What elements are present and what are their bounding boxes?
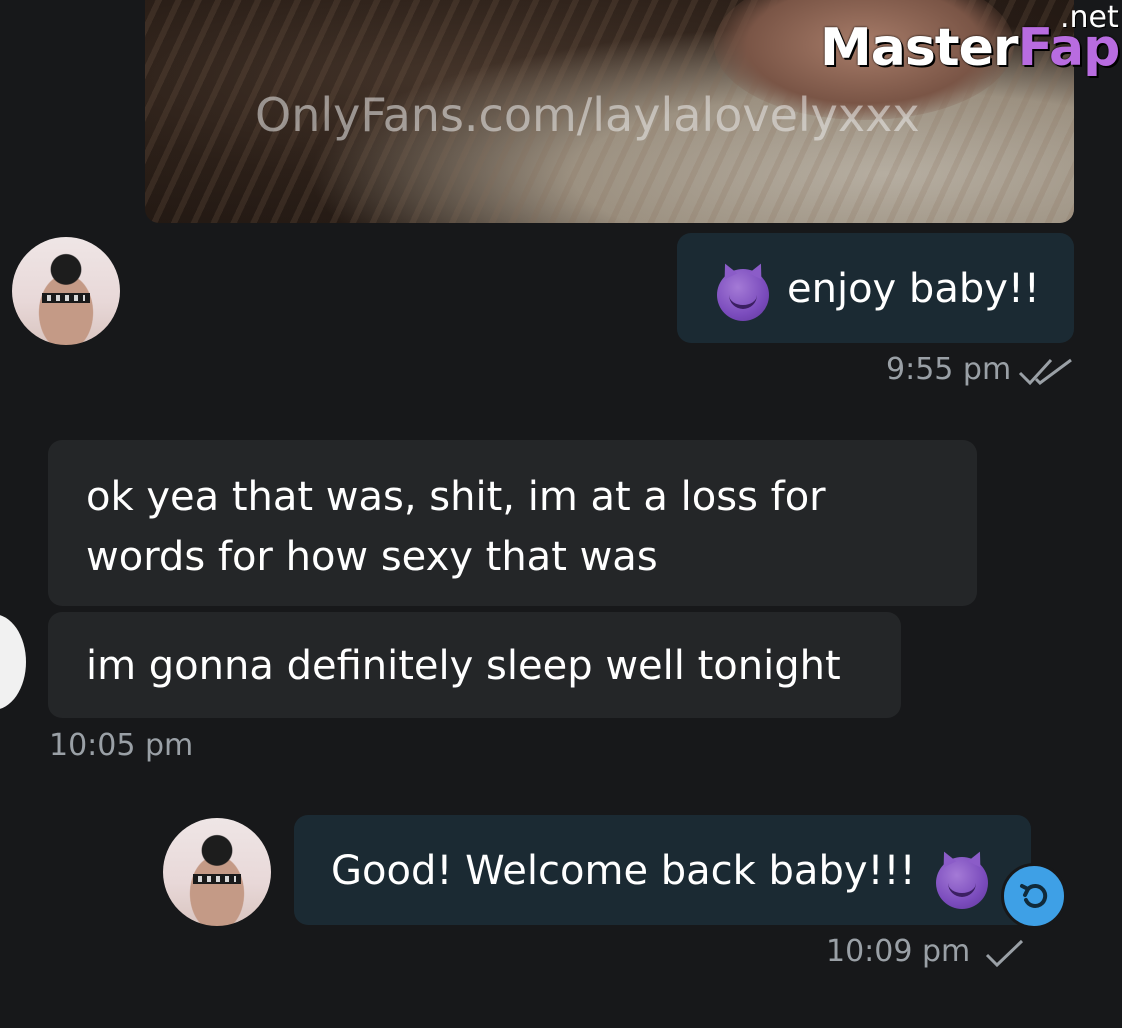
message-bubble-outgoing[interactable]: Good! Welcome back baby!!! [294, 815, 1031, 925]
avatar[interactable] [12, 237, 120, 345]
message-timestamp: 10:05 pm [49, 728, 194, 763]
site-logo: MasterFap .net [820, 0, 1120, 88]
media-watermark: OnlyFans.com/laylalovelyxxx [255, 88, 920, 142]
smiling-devil-emoji-icon [717, 269, 769, 321]
message-text-line: words for how sexy that was [86, 534, 658, 580]
double-check-icon [1018, 358, 1072, 386]
check-icon [985, 939, 1024, 968]
message-bubble-incoming[interactable]: ok yea that was, shit, im at a loss for … [48, 440, 977, 606]
avatar-detail [193, 874, 241, 884]
message-text: im gonna definitely sleep well tonight [86, 643, 841, 689]
message-timestamp: 10:09 pm [826, 934, 971, 969]
avatar[interactable] [163, 818, 271, 926]
logo-suffix: .net [1060, 0, 1119, 35]
logo-main-text: Master [820, 18, 1019, 78]
undo-arrow-icon [1020, 883, 1048, 908]
message-text: Good! Welcome back baby!!! [331, 848, 916, 894]
message-text-line: ok yea that was, shit, im at a loss for [86, 474, 826, 520]
message-timestamp: 9:55 pm [886, 352, 1012, 387]
message-bubble-incoming[interactable]: im gonna definitely sleep well tonight [48, 612, 901, 718]
smiling-devil-emoji-icon [936, 857, 988, 909]
message-text: enjoy baby!! [787, 266, 1040, 312]
avatar-partial[interactable] [0, 614, 26, 710]
message-bubble-outgoing[interactable]: enjoy baby!! [677, 233, 1074, 343]
reply-button[interactable] [1001, 863, 1067, 929]
avatar-detail [42, 293, 90, 303]
